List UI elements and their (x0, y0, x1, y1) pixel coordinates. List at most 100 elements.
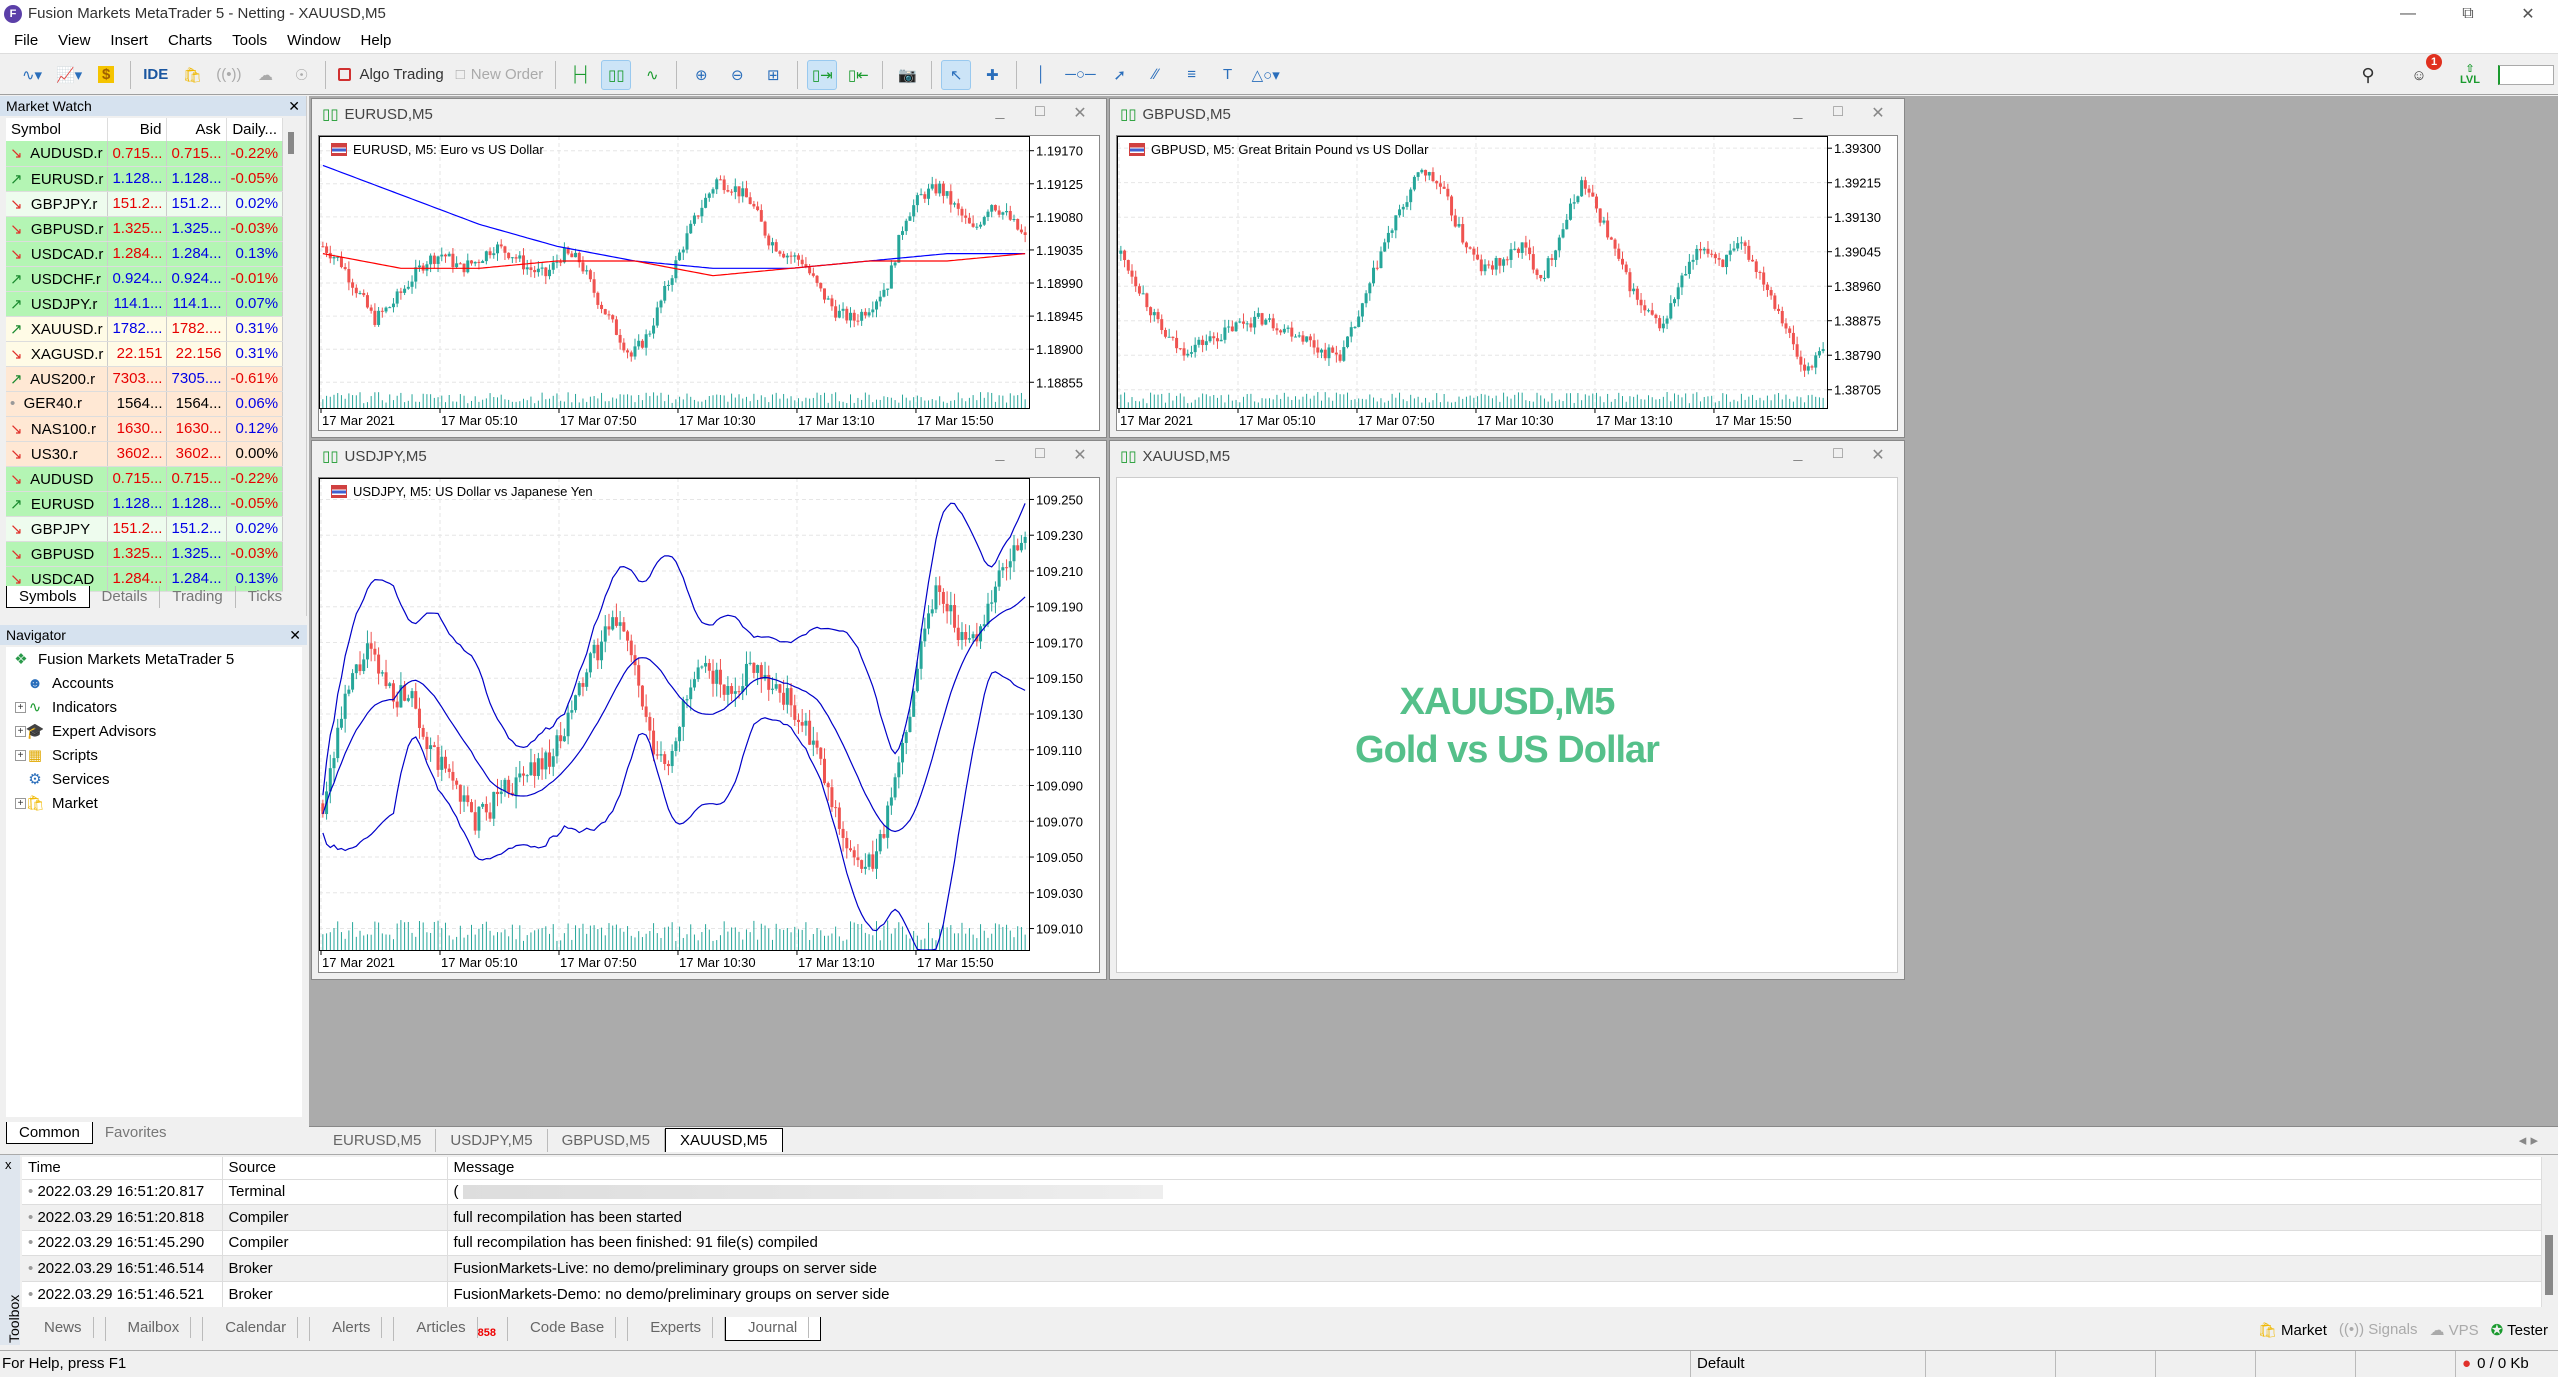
journal-row[interactable]: • 2022.03.29 16:51:46.521 Broker FusionMar… (22, 1280, 2542, 1307)
horizontal-line-icon[interactable]: ─○─ (1062, 60, 1098, 90)
minimize-button[interactable]: _ (1778, 445, 1818, 465)
tab-journal[interactable]: Journal (725, 1317, 822, 1341)
chart-shift-icon[interactable]: ▯⇤ (843, 60, 873, 90)
signals-link[interactable]: ((•)) Signals (2339, 1321, 2418, 1339)
market-watch-row[interactable]: ↗ USDJPY.r 114.1... 114.1... 0.07% (6, 291, 284, 317)
menu-file[interactable]: File (4, 32, 48, 49)
ide-button[interactable]: IDE (140, 60, 171, 90)
tab-experts[interactable]: Experts (628, 1317, 726, 1341)
tab-articles[interactable]: Articles 858 (394, 1317, 508, 1341)
tile-icon[interactable]: ⊞ (758, 60, 788, 90)
zoom-in-icon[interactable]: ⊕ (686, 60, 716, 90)
chart-tab[interactable]: XAUUSD,M5 (664, 1128, 783, 1152)
market-watch-row[interactable]: ↗ EURUSD.r 1.128... 1.128... -0.05% (6, 166, 284, 192)
scrollbar[interactable] (283, 118, 301, 582)
column-header[interactable]: Symbol (6, 118, 109, 141)
chart-plot[interactable]: 1.39300 1.39215 1.39130 1.39045 1.38960 1.388… (1116, 135, 1898, 431)
minimize-button[interactable]: _ (1778, 103, 1818, 123)
profiles-icon[interactable]: 📈▾ (53, 60, 85, 90)
search-icon[interactable]: ⚲ (2353, 60, 2383, 90)
market-watch-row[interactable]: ↘ GBPUSD 1.325... 1.325... -0.03% (6, 541, 284, 567)
maximize-button[interactable]: □ (1020, 103, 1060, 123)
autoscroll-icon[interactable]: ▯⇥ (807, 59, 838, 90)
new-order-button[interactable]: □ New Order (453, 60, 547, 90)
expand-icon[interactable]: + (15, 725, 26, 737)
column-header[interactable]: Daily... (226, 118, 284, 141)
column-header[interactable]: Time (22, 1157, 223, 1179)
journal-row[interactable]: • 2022.03.29 16:51:46.514 Broker FusionMar… (22, 1255, 2542, 1282)
tab-ticks[interactable]: Ticks (236, 586, 294, 608)
chart-tab[interactable]: EURUSD,M5 (319, 1129, 437, 1152)
market-watch-row[interactable]: ↘ GBPUSD.r 1.325... 1.325... -0.03% (6, 216, 284, 242)
tab-symbols[interactable]: Symbols (6, 586, 90, 608)
close-icon[interactable]: ✕ (288, 98, 300, 115)
maximize-button[interactable]: □ (1818, 103, 1858, 123)
screenshot-icon[interactable]: 📷 (892, 60, 922, 90)
close-button[interactable]: ✕ (1858, 103, 1898, 123)
equidistant-channel-icon[interactable]: ∕∕ (1141, 60, 1171, 90)
minimize-button[interactable]: _ (980, 103, 1020, 123)
chart-tab[interactable]: USDJPY,M5 (436, 1129, 548, 1152)
bar-chart-icon[interactable]: ├┤ (565, 60, 595, 90)
market-watch-row[interactable]: ↗ XAUUSD.r 1782.... 1782.... 0.31% (6, 316, 284, 342)
text-icon[interactable]: T (1213, 60, 1243, 90)
nav-root[interactable]: ❖ Fusion Markets MetaTrader 5 (6, 647, 302, 671)
column-header[interactable]: Source (222, 1157, 448, 1179)
expand-icon[interactable]: + (15, 797, 26, 809)
tab-favorites[interactable]: Favorites (93, 1122, 179, 1144)
signals-icon[interactable]: ((•)) (213, 60, 244, 90)
market-watch-row[interactable]: ↗ USDCHF.r 0.924... 0.924... -0.01% (6, 266, 284, 292)
market-watch-row[interactable]: ↗ EURUSD 1.128... 1.128... -0.05% (6, 491, 284, 517)
tab-trading[interactable]: Trading (160, 586, 236, 608)
market-watch-row[interactable]: ↘ GBPJPY.r 151.2... 151.2... 0.02% (6, 191, 284, 217)
close-button[interactable]: ✕ (1060, 103, 1100, 123)
nav-item-expert-advisors[interactable]: + 🎓 Expert Advisors (6, 719, 302, 743)
menu-insert[interactable]: Insert (100, 32, 158, 49)
close-button[interactable]: ✕ (1858, 445, 1898, 465)
column-header[interactable]: Ask (166, 118, 227, 141)
market-watch-row[interactable]: ↘ GBPJPY 151.2... 151.2... 0.02% (6, 516, 284, 542)
tab-code-base[interactable]: Code Base (508, 1317, 629, 1341)
chart-plot[interactable]: 1.19170 1.19125 1.19080 1.19035 1.18990 1.189… (318, 135, 1100, 431)
market-watch-row[interactable]: ↘ NAS100.r 1630... 1630... 0.12% (6, 416, 284, 442)
algo-trading-button[interactable]: Algo Trading (335, 60, 446, 90)
journal-row[interactable]: • 2022.03.29 16:51:45.290 Compiler full re… (22, 1229, 2542, 1256)
market-watch-row[interactable]: • GER40.r 1564... 1564... 0.06% (6, 391, 284, 417)
crosshair-icon[interactable]: ✚ (977, 60, 1007, 90)
chart-tab[interactable]: GBPUSD,M5 (548, 1129, 665, 1152)
connection-status[interactable]: ● 0 / 0 Kb (2455, 1350, 2558, 1377)
maximize-button[interactable]: □ (1818, 445, 1858, 465)
menu-help[interactable]: Help (351, 32, 402, 49)
nav-item-market[interactable]: + 🛍 Market (6, 791, 302, 815)
market-watch-row[interactable]: ↘ XAGUSD.r 22.151 22.156 0.31% (6, 341, 284, 367)
menu-window[interactable]: Window (277, 32, 350, 49)
maximize-button[interactable]: □ (1020, 445, 1060, 465)
nav-item-services[interactable]: ⚙ Services (6, 767, 302, 791)
column-header[interactable]: Bid (107, 118, 168, 141)
close-icon[interactable]: x (5, 1157, 12, 1172)
close-icon[interactable]: ✕ (289, 627, 301, 644)
menu-charts[interactable]: Charts (158, 32, 222, 49)
tab-news[interactable]: News (22, 1317, 106, 1341)
journal-row[interactable]: • 2022.03.29 16:51:20.818 Compiler full re… (22, 1204, 2542, 1231)
column-header[interactable]: Message (447, 1157, 2542, 1179)
tester-icon[interactable]: ☉ (286, 60, 316, 90)
nav-item-indicators[interactable]: + ∿ Indicators (6, 695, 302, 719)
zoom-out-icon[interactable]: ⊖ (722, 60, 752, 90)
menu-view[interactable]: View (48, 32, 100, 49)
minimize-button[interactable]: — (2378, 0, 2438, 27)
level-icon[interactable]: ⇧ LVL (2455, 60, 2485, 90)
market-link[interactable]: 🛍 Market (2258, 1321, 2327, 1339)
vps-link[interactable]: ☁ VPS (2429, 1321, 2478, 1339)
tab-details[interactable]: Details (90, 586, 161, 608)
market-watch-row[interactable]: ↘ US30.r 3602... 3602... 0.00% (6, 441, 284, 467)
tester-link[interactable]: ✪ Tester (2491, 1321, 2548, 1339)
shapes-icon[interactable]: △○▾ (1249, 60, 1283, 90)
expand-icon[interactable]: + (15, 749, 26, 761)
tab-mailbox[interactable]: Mailbox (106, 1317, 204, 1341)
expand-icon[interactable]: + (15, 701, 26, 713)
account-icon[interactable]: ☺ 1 (2404, 54, 2442, 90)
fibonacci-icon[interactable]: ≡ (1177, 60, 1207, 90)
scrollbar[interactable] (2542, 1157, 2556, 1307)
close-button[interactable]: ✕ (2498, 0, 2558, 27)
